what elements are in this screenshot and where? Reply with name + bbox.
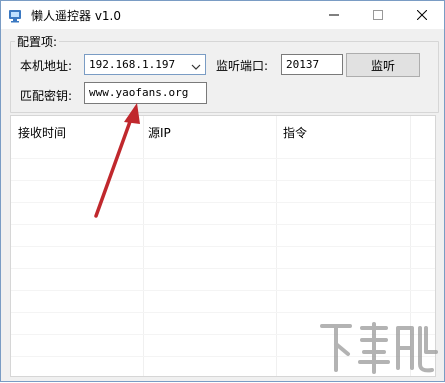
watermark-logo [316, 318, 441, 383]
